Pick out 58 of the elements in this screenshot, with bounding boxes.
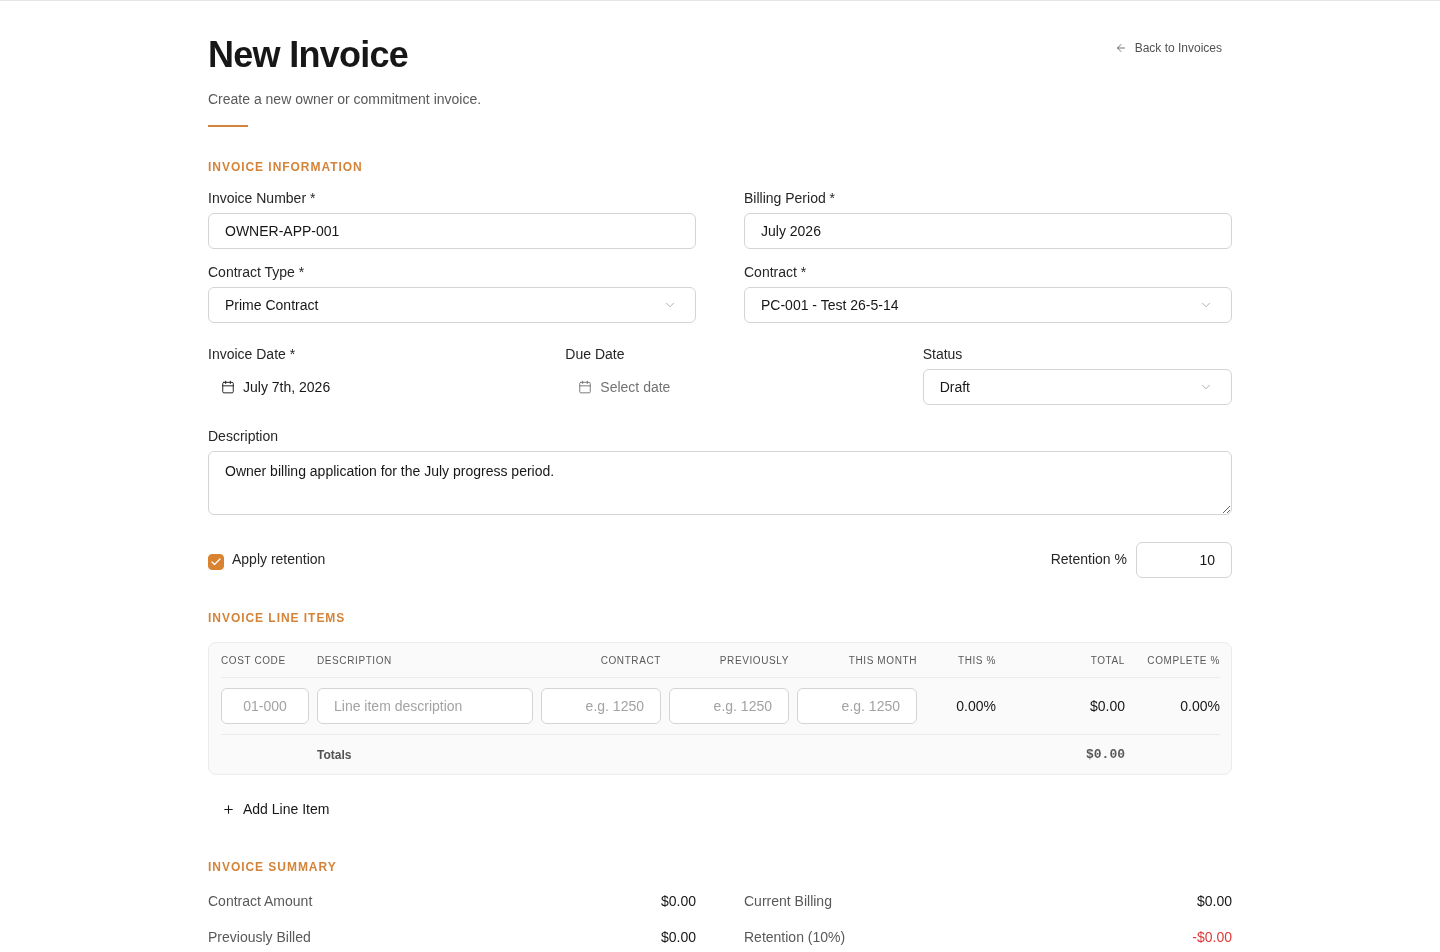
column-header: CONTRACT xyxy=(599,653,661,668)
summary-label: Previously Billed xyxy=(208,928,311,947)
due-date-button[interactable]: Select date xyxy=(565,369,683,405)
description-textarea[interactable]: Owner billing application for the July progress period. xyxy=(208,451,1232,515)
calendar-icon xyxy=(221,380,235,394)
checkbox[interactable] xyxy=(208,553,224,570)
field-label: Description xyxy=(208,427,279,446)
add-line-item-button[interactable]: Add Line Item xyxy=(208,791,344,827)
arrow-left-icon xyxy=(1114,42,1127,54)
page-subtitle: Create a new owner or commitment invoice. xyxy=(208,90,482,109)
column-header: COST CODE xyxy=(221,653,287,668)
contract-select[interactable]: PC-001 - Test 26-5-14 xyxy=(744,287,1232,323)
status-select[interactable]: Draft xyxy=(922,369,1232,405)
checkbox-label: Apply retention xyxy=(232,549,326,569)
field-label: Invoice Number * xyxy=(208,189,316,208)
summary-value: $0.00 xyxy=(1196,892,1232,911)
this-month-input[interactable]: e.g. 1250 xyxy=(797,688,917,724)
column-header: COMPLETE % xyxy=(1146,653,1220,668)
accent-line xyxy=(208,125,248,127)
retention-percent-input[interactable]: 10 xyxy=(1136,542,1232,578)
column-header: DESCRIPTION xyxy=(317,653,393,668)
field-label: Billing Period * xyxy=(744,189,836,208)
page-title: New Invoice xyxy=(208,33,409,77)
line-description-input[interactable]: Line item description xyxy=(317,688,533,724)
field-label: Contract * xyxy=(744,263,807,282)
field-label: Retention % xyxy=(1050,549,1127,569)
column-header: PREVIOUSLY xyxy=(718,653,789,668)
field-label: Invoice Date * xyxy=(208,345,296,364)
column-header: THIS % xyxy=(956,653,996,668)
table-cell-text: 0.00% xyxy=(956,696,996,716)
section-heading: INVOICE INFORMATION xyxy=(208,159,363,175)
summary-value: -$0.00 xyxy=(1192,928,1232,947)
back-link[interactable]: Back to Invoices xyxy=(1104,32,1232,64)
field-label: Contract Type * xyxy=(208,263,305,282)
previously-amount-input[interactable]: e.g. 1250 xyxy=(669,688,789,724)
table-cell-text: 0.00% xyxy=(1180,696,1220,716)
summary-label: Current Billing xyxy=(744,892,832,911)
plus-icon xyxy=(222,802,235,816)
contract-amount-input[interactable]: e.g. 1250 xyxy=(541,688,661,724)
calendar-icon xyxy=(578,380,593,394)
section-heading: INVOICE LINE ITEMS xyxy=(208,610,346,626)
table-cell-text: $0.00 xyxy=(1089,696,1125,716)
billing-period-input[interactable]: July 2026 xyxy=(744,213,1232,249)
column-header: TOTAL xyxy=(1089,653,1125,668)
contract-type-select[interactable]: Prime Contract xyxy=(208,287,696,323)
totals-value: $0.00 xyxy=(1086,745,1125,764)
field-label: Status xyxy=(922,345,963,364)
field-label: Due Date xyxy=(565,345,625,364)
column-header: THIS MONTH xyxy=(847,653,917,668)
summary-value: $0.00 xyxy=(660,928,696,947)
totals-label: Totals xyxy=(317,746,352,764)
summary-label: Contract Amount xyxy=(208,892,313,911)
invoice-number-input[interactable]: OWNER-APP-001 xyxy=(208,213,696,249)
section-heading: INVOICE SUMMARY xyxy=(208,859,337,875)
summary-value: $0.00 xyxy=(660,892,696,911)
summary-label: Retention (10%) xyxy=(744,928,846,947)
cost-code-input[interactable]: 01-000 xyxy=(221,688,309,724)
invoice-date-button[interactable]: July 7th, 2026 xyxy=(208,369,343,405)
